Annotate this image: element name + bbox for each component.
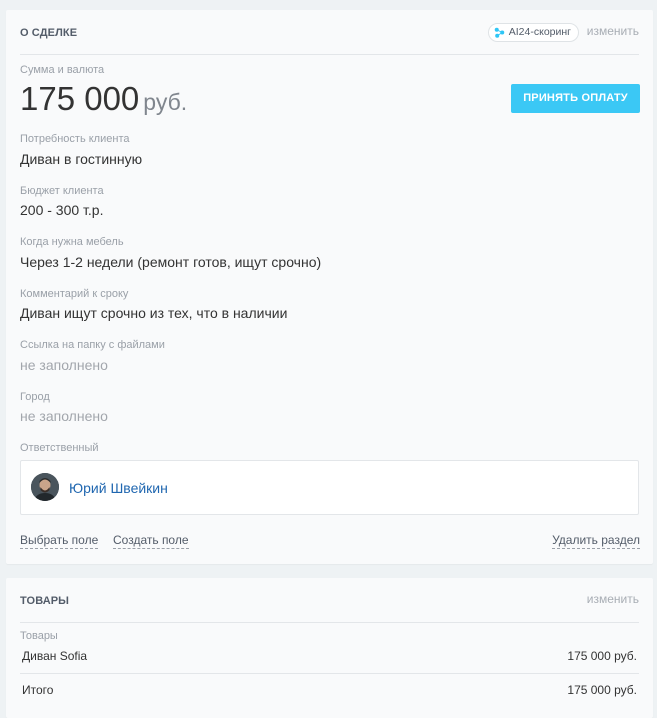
field-label-need: Потребность клиента (20, 133, 130, 145)
field-label-city: Город (20, 391, 50, 403)
field-value-when: Через 1-2 недели (ремонт готов, ищут сро… (20, 254, 322, 270)
avatar-image (31, 473, 59, 501)
field-label-when: Когда нужна мебель (20, 236, 124, 248)
deal-section-header: О СДЕЛКЕ AI24-скоринг изменить (20, 10, 639, 55)
ai-scoring-badge[interactable]: AI24-скоринг (487, 23, 579, 42)
goods-section: ТОВАРЫ изменить Товары Диван Sofia 175 0… (6, 578, 653, 718)
goods-total-row: Итого 175 000 руб. (20, 676, 639, 706)
ai-scoring-label: AI24-скоринг (508, 26, 571, 38)
deal-section: О СДЕЛКЕ AI24-скоринг изменить Сумма и в… (6, 10, 653, 564)
user-avatar[interactable] (31, 473, 59, 501)
amount-label: Сумма и валюта (20, 64, 105, 76)
delete-section-link[interactable]: Удалить раздел (552, 533, 640, 549)
goods-row: Диван Sofia 175 000 руб. (20, 642, 639, 672)
field-value-need: Диван в гостинную (20, 151, 143, 167)
accept-payment-button[interactable]: ПРИНЯТЬ ОПЛАТУ (511, 84, 640, 113)
responsible-box: Юрий Швейкин (20, 460, 639, 515)
field-value-comment: Диван ищут срочно из тех, что в наличии (20, 305, 288, 321)
goods-list-label: Товары (20, 630, 58, 642)
goods-section-header: ТОВАРЫ изменить (20, 578, 639, 623)
goods-edit-link[interactable]: изменить (587, 592, 639, 606)
responsible-name-link[interactable]: Юрий Швейкин (69, 480, 168, 496)
goods-total-sum: 175 000 руб. (567, 683, 637, 697)
ai-scoring-icon (494, 27, 505, 38)
amount-currency: руб. (143, 89, 188, 115)
select-field-link[interactable]: Выбрать поле (20, 533, 99, 549)
goods-item-name: Диван Sofia (22, 649, 88, 663)
field-label-folder-link: Ссылка на папку с файлами (20, 339, 165, 351)
goods-total-label: Итого (22, 683, 54, 697)
deal-edit-link[interactable]: изменить (587, 24, 639, 38)
field-label-comment: Комментарий к сроку (20, 288, 129, 300)
responsible-label: Ответственный (20, 442, 99, 454)
amount-number: 175 000 (20, 80, 140, 117)
goods-divider (20, 673, 639, 674)
field-value-budget: 200 - 300 т.р. (20, 202, 104, 218)
amount-value: 175 000 руб. (20, 80, 187, 118)
goods-item-sum: 175 000 руб. (567, 649, 637, 663)
goods-section-title: ТОВАРЫ (20, 595, 70, 607)
field-label-budget: Бюджет клиента (20, 185, 104, 197)
field-value-folder-link: не заполнено (20, 357, 108, 373)
deal-section-title: О СДЕЛКЕ (20, 27, 78, 39)
field-value-city: не заполнено (20, 408, 108, 424)
create-field-link[interactable]: Создать поле (113, 533, 189, 549)
